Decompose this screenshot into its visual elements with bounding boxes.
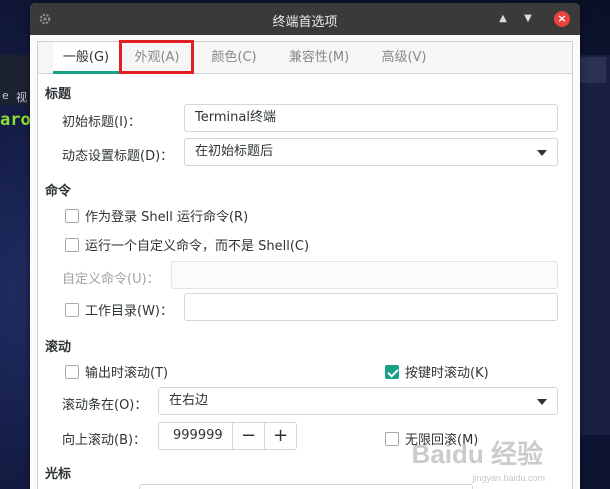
working-dir-label: 工作目录(W)： bbox=[85, 304, 173, 319]
section-cursor-heading: 光标 bbox=[45, 467, 72, 482]
checkbox-box bbox=[65, 208, 79, 223]
working-dir-checkbox[interactable]: 工作目录(W)： bbox=[65, 300, 173, 319]
chevron-down-icon bbox=[537, 150, 547, 156]
custom-command-label: 自定义命令(U)： bbox=[62, 272, 160, 287]
section-command-heading: 命令 bbox=[45, 184, 72, 199]
menu-fragment-view: 视 bbox=[16, 91, 27, 104]
dynamic-title-label: 动态设置标题(D)： bbox=[62, 149, 174, 164]
watermark-url: jingyan.baidu.com bbox=[472, 473, 545, 483]
titlebar: 终端首选项 ▲ ▼ × bbox=[30, 3, 580, 35]
terminal-right-bar bbox=[576, 55, 610, 435]
watermark-logo: Baidu 经验 bbox=[411, 439, 543, 469]
scroll-on-key-label: 按键时滚动(K) bbox=[405, 366, 489, 381]
checkbox-checked-icon bbox=[385, 364, 399, 379]
tab-general[interactable]: 一般(G) bbox=[53, 42, 119, 74]
minimize-icon[interactable]: ▼ bbox=[521, 12, 535, 26]
terminal-text: aro bbox=[0, 110, 31, 130]
chevron-down-icon bbox=[537, 399, 547, 405]
scrollbar-label: 滚动条在(O)： bbox=[62, 398, 148, 413]
scroll-on-key-checkbox[interactable]: 按键时滚动(K) bbox=[385, 362, 489, 381]
checkbox-box bbox=[65, 302, 79, 317]
scrollback-value[interactable]: 999999 bbox=[159, 423, 232, 449]
menu-fragment: e bbox=[2, 89, 9, 102]
preferences-notebook: 一般(G) 外观(A) 颜色(C) 兼容性(M) 高级(V) 标题 初始标题(I… bbox=[37, 40, 573, 489]
tab-colors[interactable]: 颜色(C) bbox=[202, 42, 266, 74]
scroll-on-output-label: 输出时滚动(T) bbox=[85, 366, 169, 381]
plus-icon[interactable]: + bbox=[264, 423, 296, 449]
general-page: 标题 初始标题(I)： Terminal终端 动态设置标题(D)： 在初始标题后… bbox=[38, 74, 572, 489]
tab-bar: 一般(G) 外观(A) 颜色(C) 兼容性(M) 高级(V) bbox=[38, 40, 572, 74]
preferences-dialog: 终端首选项 ▲ ▼ × 一般(G) 外观(A) 颜色(C) 兼容性(M) 高级(… bbox=[30, 3, 580, 489]
maximize-icon[interactable]: ▲ bbox=[496, 12, 510, 26]
terminal-menu-button[interactable] bbox=[580, 57, 606, 83]
close-button[interactable]: × bbox=[554, 11, 570, 27]
checkbox-box bbox=[65, 237, 79, 252]
tab-compatibility[interactable]: 兼容性(M) bbox=[276, 42, 362, 74]
section-title-heading: 标题 bbox=[45, 87, 72, 102]
initial-title-input[interactable]: Terminal终端 bbox=[184, 104, 558, 132]
cursor-setting-field[interactable] bbox=[139, 484, 473, 489]
initial-title-label: 初始标题(I)： bbox=[62, 115, 141, 130]
login-shell-checkbox[interactable]: 作为登录 Shell 运行命令(R) bbox=[65, 206, 248, 225]
checkbox-box bbox=[65, 364, 79, 379]
scrollbar-value: 在右边 bbox=[169, 393, 209, 408]
tab-appearance[interactable]: 外观(A) bbox=[122, 42, 192, 74]
scrollback-spinbutton: 999999 − + bbox=[158, 422, 297, 450]
custom-command-check-label: 运行一个自定义命令，而不是 Shell(C) bbox=[85, 239, 310, 254]
minus-icon[interactable]: − bbox=[232, 423, 264, 449]
custom-command-checkbox[interactable]: 运行一个自定义命令，而不是 Shell(C) bbox=[65, 235, 309, 254]
scrollbar-combo[interactable]: 在右边 bbox=[158, 387, 558, 415]
scrollback-label: 向上滚动(B)： bbox=[62, 433, 147, 448]
custom-command-input[interactable] bbox=[171, 261, 558, 289]
working-dir-input[interactable] bbox=[184, 293, 558, 321]
checkbox-box bbox=[385, 431, 399, 446]
scroll-on-output-checkbox[interactable]: 输出时滚动(T) bbox=[65, 362, 168, 381]
dynamic-title-value: 在初始标题后 bbox=[195, 144, 274, 159]
login-shell-label: 作为登录 Shell 运行命令(R) bbox=[85, 210, 249, 225]
tab-advanced[interactable]: 高级(V) bbox=[372, 42, 436, 74]
section-scroll-heading: 滚动 bbox=[45, 340, 72, 355]
dynamic-title-combo[interactable]: 在初始标题后 bbox=[184, 138, 558, 166]
